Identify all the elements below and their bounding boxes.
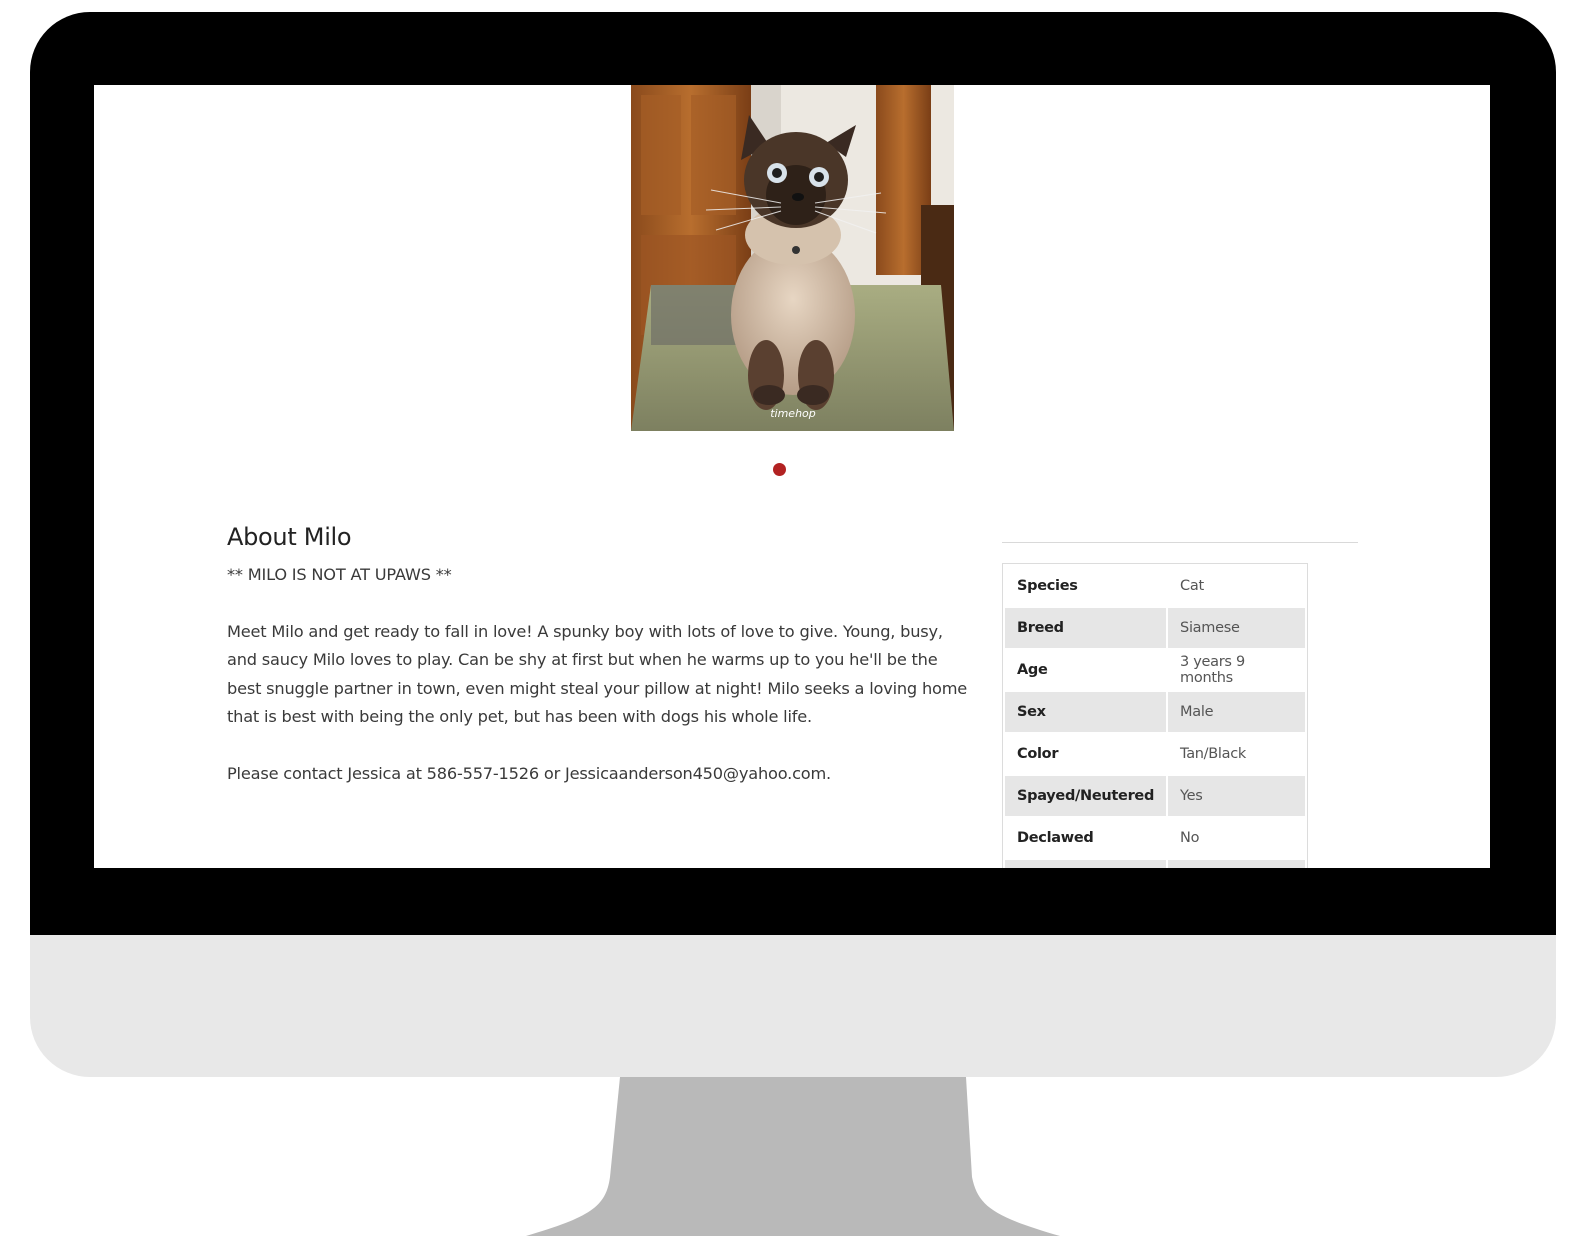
detail-value-age: 3 years 9 months: [1180, 654, 1245, 686]
table-row: Spayed/Neutered Yes: [1005, 776, 1305, 816]
about-contact: Please contact Jessica at 586-557-1526 o…: [227, 763, 832, 783]
monitor-stand: [526, 1077, 1060, 1236]
pet-details-table: Species Cat Breed Siamese Age 3 years 9 …: [1002, 563, 1308, 868]
cat-photo-illustration: timehop: [631, 85, 954, 431]
monitor-chin: [30, 935, 1556, 1077]
table-row: Declawed No: [1005, 818, 1305, 858]
detail-label-spayed-neutered: Spayed/Neutered: [1005, 776, 1167, 816]
about-description: Meet Milo and get ready to fall in love!…: [227, 621, 968, 727]
carousel-dot-active[interactable]: [773, 463, 786, 476]
about-section: About Milo ** MILO IS NOT AT UPAWS ** Me…: [227, 523, 972, 788]
detail-label-age: Age: [1017, 662, 1048, 678]
detail-label-sex: Sex: [1005, 692, 1167, 732]
details-divider: [1002, 542, 1358, 543]
detail-value-breed: Siamese: [1168, 608, 1305, 648]
monitor-mockup: timehop About Milo ** MILO IS NOT AT UPA…: [0, 0, 1572, 1236]
table-row: Breed Siamese: [1005, 608, 1305, 648]
detail-label-breed: Breed: [1005, 608, 1167, 648]
detail-label-species: Species: [1017, 578, 1078, 594]
about-notice: ** MILO IS NOT AT UPAWS **: [227, 565, 452, 584]
table-row: Species Cat: [1005, 566, 1305, 606]
photo-watermark: timehop: [770, 407, 816, 420]
detail-value-sex: Male: [1168, 692, 1305, 732]
detail-value-species: Cat: [1180, 578, 1204, 594]
detail-value-declawed: No: [1180, 830, 1200, 846]
table-row: Color Tan/Black: [1005, 734, 1305, 774]
table-row: Sex Male: [1005, 692, 1305, 732]
table-row: Age 3 years 9 months: [1005, 650, 1305, 690]
table-row-partial: [1005, 860, 1305, 868]
pet-photo[interactable]: timehop: [631, 85, 954, 431]
detail-value-color: Tan/Black: [1180, 746, 1246, 762]
about-title: About Milo: [227, 523, 352, 551]
detail-label-declawed: Declawed: [1017, 830, 1094, 846]
detail-value-spayed-neutered: Yes: [1168, 776, 1305, 816]
browser-viewport: timehop About Milo ** MILO IS NOT AT UPA…: [94, 85, 1490, 868]
detail-label-color: Color: [1017, 746, 1059, 762]
